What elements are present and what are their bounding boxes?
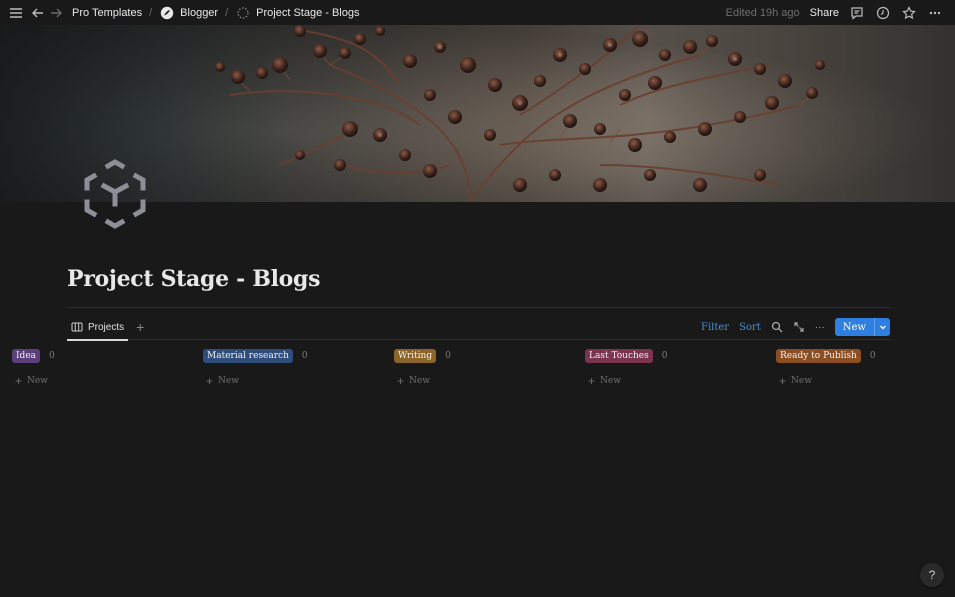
view-actions: Filter Sort ··· New — [701, 318, 890, 336]
back-arrow-icon[interactable] — [30, 5, 46, 21]
breadcrumb-label: Pro Templates — [72, 6, 143, 19]
database-views-bar: Projects + Filter Sort ··· New — [67, 315, 890, 341]
plus-icon: + — [397, 374, 405, 388]
comment-icon[interactable] — [849, 5, 865, 21]
plus-icon: + — [779, 374, 787, 388]
tab-label: Projects — [88, 321, 125, 333]
column-count: 0 — [301, 351, 308, 361]
menu-icon[interactable] — [8, 5, 24, 21]
column-count: 0 — [49, 351, 55, 361]
breadcrumb-blogger[interactable]: Blogger — [159, 5, 218, 21]
add-card-label: New — [791, 376, 812, 386]
column-header[interactable]: Material research 0 — [203, 348, 383, 364]
status-tag: Ready to Publish — [776, 349, 861, 363]
breadcrumb-separator: / — [225, 6, 229, 19]
sort-button[interactable]: Sort — [739, 322, 761, 333]
add-card-label: New — [409, 376, 430, 386]
filter-button[interactable]: Filter — [701, 322, 729, 333]
board-column-material-research: Material research 0 + New — [203, 348, 383, 388]
add-card-button[interactable]: + New — [776, 374, 955, 388]
title-divider — [67, 307, 890, 308]
column-count: 0 — [661, 351, 668, 361]
new-button-label[interactable]: New — [835, 318, 874, 336]
breadcrumb-project-stage[interactable]: Project Stage - Blogs — [235, 5, 360, 21]
status-tag: Last Touches — [585, 349, 653, 363]
topbar-actions: Edited 19h ago Share — [726, 5, 947, 21]
board: Idea 0 + New Material research 0 + New W… — [12, 348, 902, 398]
blogger-logo-icon — [159, 5, 175, 21]
search-icon[interactable] — [771, 321, 783, 333]
board-column-idea: Idea 0 + New — [12, 348, 192, 388]
breadcrumb-pro-templates[interactable]: Pro Templates — [72, 7, 142, 19]
add-card-label: New — [600, 376, 621, 386]
edited-status: Edited 19h ago — [725, 6, 800, 19]
page-icon-cube[interactable] — [80, 158, 150, 232]
status-tag: Material research — [203, 349, 293, 363]
expand-icon[interactable] — [793, 321, 805, 333]
status-tag: Idea — [12, 349, 41, 363]
board-column-last-touches: Last Touches 0 + New — [585, 348, 765, 388]
page-dotted-icon — [235, 5, 251, 21]
column-count: 0 — [445, 351, 451, 361]
forward-arrow-icon[interactable] — [48, 5, 64, 21]
view-more-button[interactable]: ··· — [815, 322, 825, 333]
help-button[interactable]: ? — [920, 563, 944, 587]
add-view-button[interactable]: + — [136, 320, 144, 334]
page-title[interactable]: Project Stage - Blogs — [67, 266, 321, 292]
breadcrumb-separator: / — [149, 6, 153, 19]
add-card-button[interactable]: + New — [12, 374, 192, 388]
chevron-down-icon[interactable] — [874, 318, 890, 336]
add-card-label: New — [27, 376, 48, 386]
column-header[interactable]: Last Touches 0 — [585, 348, 765, 364]
column-header[interactable]: Ready to Publish 0 — [776, 348, 955, 364]
new-record-button[interactable]: New — [834, 318, 890, 336]
board-column-writing: Writing 0 + New — [394, 348, 574, 388]
tab-projects[interactable]: Projects — [67, 316, 129, 341]
plus-icon: + — [15, 374, 23, 388]
board-column-ready-to-publish: Ready to Publish 0 + New — [776, 348, 955, 388]
more-icon[interactable] — [927, 5, 943, 21]
add-card-button[interactable]: + New — [203, 374, 383, 388]
breadcrumb-label: Blogger — [180, 6, 219, 19]
star-icon[interactable] — [901, 5, 917, 21]
add-card-label: New — [218, 376, 239, 386]
share-button[interactable]: Share — [810, 7, 839, 19]
breadcrumb-label: Project Stage - Blogs — [256, 6, 360, 19]
column-header[interactable]: Writing 0 — [394, 348, 574, 364]
clock-icon[interactable] — [875, 5, 891, 21]
column-count: 0 — [869, 351, 876, 361]
plus-icon: + — [206, 374, 214, 388]
column-header[interactable]: Idea 0 — [12, 348, 192, 364]
add-card-button[interactable]: + New — [585, 374, 765, 388]
status-tag: Writing — [394, 349, 437, 363]
board-view-icon — [71, 321, 83, 333]
plus-icon: + — [588, 374, 596, 388]
add-card-button[interactable]: + New — [394, 374, 574, 388]
topbar: Pro Templates / Blogger / Project Stage … — [0, 0, 955, 25]
